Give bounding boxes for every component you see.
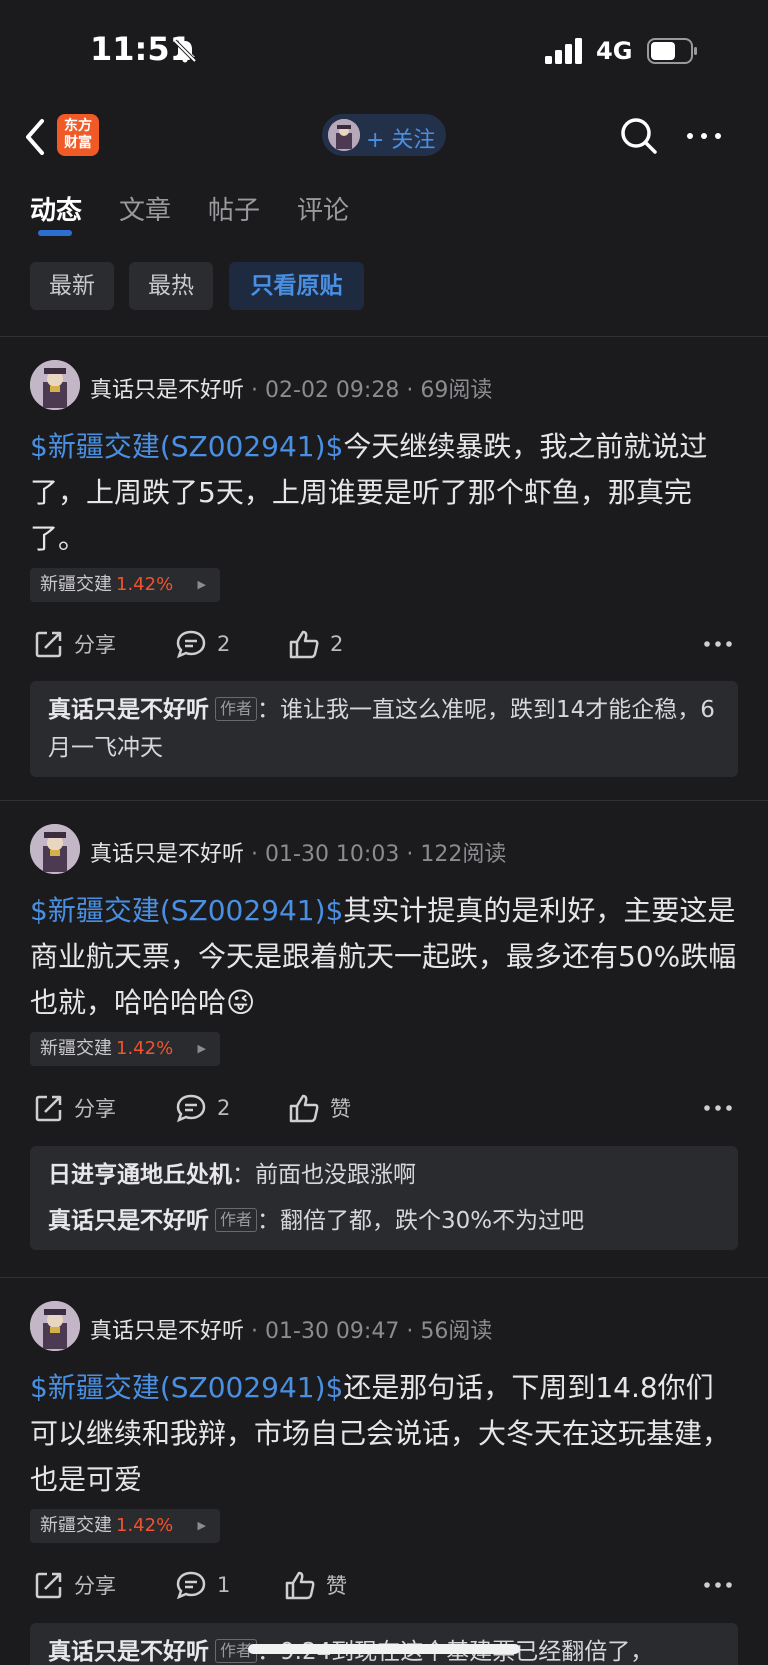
post-actions: 分享 2 2 <box>0 624 768 664</box>
stock-change: 1.42% <box>116 574 174 595</box>
like-button[interactable]: 2 <box>288 624 343 664</box>
commenter-name[interactable]: 真话只是不好听 <box>48 1208 209 1234</box>
thumbs-up-icon <box>289 1094 319 1123</box>
like-button[interactable]: 赞 <box>284 1565 347 1605</box>
post-body[interactable]: $新疆交建(SZ002941)$其实计提真的是利好，主要这是商业航天票，今天是跟… <box>30 888 740 1026</box>
post-time: 01-30 09:47 <box>265 1319 400 1344</box>
share-button[interactable]: 分享 <box>34 1565 116 1605</box>
stock-link[interactable]: $新疆交建(SZ002941)$ <box>30 1371 343 1404</box>
comment-item: 真话只是不好听 作者 ：谁让我一直这么准呢，跌到14才能企稳，6月一飞冲天 <box>48 697 715 761</box>
follow-label: + 关注 <box>366 128 436 153</box>
commenter-name[interactable]: 真话只是不好听 <box>48 1639 209 1665</box>
share-button[interactable]: 分享 <box>34 1088 116 1128</box>
follow-button[interactable]: + 关注 <box>322 114 446 156</box>
signal-icon <box>545 38 582 64</box>
post-card[interactable]: 真话只是不好听 · 02-02 09:28 · 69阅读 $新疆交建(SZ002… <box>0 336 768 800</box>
more-icon[interactable] <box>702 632 734 656</box>
stock-tag[interactable]: 新疆交建 1.42% ▶ <box>30 568 220 602</box>
bell-off-icon <box>173 39 197 63</box>
comment-icon <box>176 1571 206 1600</box>
post-card[interactable]: 真话只是不好听 · 01-30 09:47 · 56阅读 $新疆交建(SZ002… <box>0 1277 768 1665</box>
filter-latest[interactable]: 最新 <box>30 262 114 310</box>
comment-button[interactable]: 2 <box>175 624 230 664</box>
filter-hottest[interactable]: 最热 <box>129 262 213 310</box>
play-icon: ▶ <box>197 1519 206 1532</box>
comment-text: 前面也没跟涨啊 <box>255 1162 416 1188</box>
play-icon: ▶ <box>197 578 206 591</box>
commenter-name[interactable]: 真话只是不好听 <box>48 697 209 723</box>
more-icon[interactable] <box>702 1573 734 1597</box>
post-card[interactable]: 真话只是不好听 · 01-30 10:03 · 122阅读 $新疆交建(SZ00… <box>0 800 768 1277</box>
stock-link[interactable]: $新疆交建(SZ002941)$ <box>30 894 343 927</box>
stock-tag[interactable]: 新疆交建 1.42% ▶ <box>30 1509 220 1543</box>
stock-change: 1.42% <box>116 1038 174 1059</box>
read-count: 56阅读 <box>420 1319 493 1344</box>
post-meta: 真话只是不好听 · 01-30 09:47 · 56阅读 <box>90 1319 493 1344</box>
share-icon <box>35 631 62 658</box>
author-name[interactable]: 真话只是不好听 <box>90 842 244 867</box>
home-indicator <box>248 1644 520 1654</box>
status-bar: 11:51 4G <box>0 0 768 104</box>
tab-articles[interactable]: 文章 <box>119 190 171 227</box>
post-time: 01-30 10:03 <box>265 842 400 867</box>
back-icon[interactable] <box>22 117 48 157</box>
comment-icon <box>176 630 206 659</box>
comment-preview[interactable]: 日进亨通地丘处机：前面也没跟涨啊 真话只是不好听 作者 ：翻倍了都，跌个30%不为过… <box>30 1146 738 1250</box>
share-icon <box>35 1572 62 1599</box>
more-icon[interactable] <box>702 1096 734 1120</box>
app-logo[interactable]: 东方 财富 <box>57 114 99 156</box>
search-icon[interactable] <box>619 116 659 156</box>
post-body[interactable]: $新疆交建(SZ002941)$还是那句话，下周到14.8你们可以继续和我辩，市… <box>30 1365 740 1503</box>
tab-underline <box>38 230 72 236</box>
like-button[interactable]: 赞 <box>288 1088 351 1128</box>
commenter-name[interactable]: 日进亨通地丘处机 <box>48 1162 232 1188</box>
avatar[interactable] <box>30 824 80 874</box>
stock-tag[interactable]: 新疆交建 1.42% ▶ <box>30 1032 220 1066</box>
thumbs-up-icon <box>285 1571 315 1600</box>
comment-preview[interactable]: 真话只是不好听 作者 ：谁让我一直这么准呢，跌到14才能企稳，6月一飞冲天 <box>30 681 738 777</box>
comment-text: 翻倍了都，跌个30%不为过吧 <box>280 1208 585 1234</box>
post-meta: 真话只是不好听 · 02-02 09:28 · 69阅读 <box>90 378 493 403</box>
stock-link[interactable]: $新疆交建(SZ002941)$ <box>30 430 343 463</box>
read-count: 69阅读 <box>420 378 493 403</box>
comment-button[interactable]: 2 <box>175 1088 230 1128</box>
more-icon[interactable] <box>684 123 724 149</box>
read-count: 122阅读 <box>420 842 507 867</box>
share-button[interactable]: 分享 <box>34 624 116 664</box>
share-icon <box>35 1095 62 1122</box>
post-body[interactable]: $新疆交建(SZ002941)$今天继续暴跌，我之前就说过了，上周跌了5天，上周… <box>30 424 740 562</box>
post-meta: 真话只是不好听 · 01-30 10:03 · 122阅读 <box>90 842 507 867</box>
tab-comments[interactable]: 评论 <box>297 190 349 227</box>
nav-bar: 东方 财富 + 关注 <box>0 104 768 170</box>
author-name[interactable]: 真话只是不好听 <box>90 378 244 403</box>
post-actions: 分享 2 赞 <box>0 1088 768 1128</box>
avatar[interactable] <box>30 360 80 410</box>
comment-button[interactable]: 1 <box>175 1565 230 1605</box>
author-name[interactable]: 真话只是不好听 <box>90 1319 244 1344</box>
tab-dynamic[interactable]: 动态 <box>30 190 82 227</box>
comment-item: 真话只是不好听 作者 ：翻倍了都，跌个30%不为过吧 <box>48 1208 585 1234</box>
filter-original-only[interactable]: 只看原贴 <box>229 262 364 310</box>
author-badge: 作者 <box>215 697 258 721</box>
post-time: 02-02 09:28 <box>265 378 400 403</box>
thumbs-up-icon <box>289 630 319 659</box>
network-type: 4G <box>596 37 633 65</box>
play-icon: ▶ <box>197 1042 206 1055</box>
tab-posts[interactable]: 帖子 <box>208 190 260 227</box>
avatar <box>328 119 360 151</box>
post-actions: 分享 1 赞 <box>0 1565 768 1605</box>
author-badge: 作者 <box>215 1208 258 1232</box>
avatar[interactable] <box>30 1301 80 1351</box>
battery-icon <box>647 38 697 64</box>
comment-item: 日进亨通地丘处机：前面也没跟涨啊 <box>48 1162 416 1188</box>
comment-icon <box>176 1094 206 1123</box>
stock-change: 1.42% <box>116 1515 174 1536</box>
